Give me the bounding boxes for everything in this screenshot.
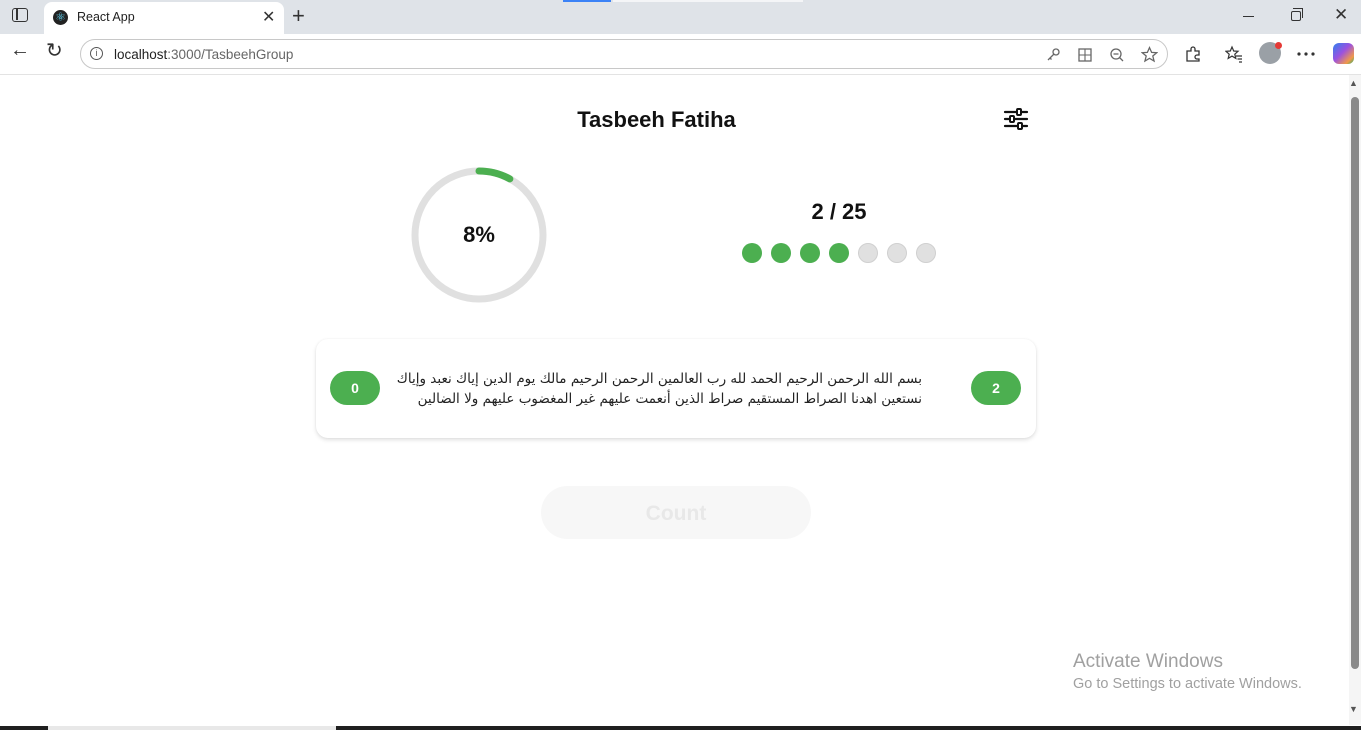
browser-tab-bar: ⚛ React App ✕ + ✕ — [0, 0, 1361, 34]
verse-line-1: بسم الله الرحمن الرحيم الحمد لله رب العا… — [396, 371, 922, 387]
browser-tab-active[interactable]: ⚛ React App ✕ — [44, 2, 284, 34]
notification-dot — [1275, 42, 1282, 49]
verse-text: بسم الله الرحمن الرحيم الحمد لله رب العا… — [388, 369, 922, 409]
url-text[interactable]: localhost:3000/TasbeehGroup — [114, 47, 293, 62]
member-card: 0 بسم الله الرحمن الرحيم الحمد لله رب ال… — [316, 339, 1036, 438]
progress-dot-filled — [800, 243, 820, 263]
count-progress-text: 2 / 25 — [811, 199, 867, 224]
member-target-badge[interactable]: 2 — [971, 371, 1021, 405]
scroll-up-arrow-icon[interactable]: ▲ — [1349, 78, 1358, 88]
browser-toolbar: ← ↻ i localhost:3000/TasbeehGroup — [0, 34, 1361, 75]
progress-dot-filled — [771, 243, 791, 263]
minimize-icon[interactable] — [1243, 16, 1254, 17]
sidebar-toggle-icon[interactable] — [12, 8, 28, 22]
back-icon[interactable]: ← — [10, 39, 30, 62]
taskbar-edge-highlight — [48, 726, 336, 730]
close-window-icon[interactable]: ✕ — [1334, 5, 1348, 25]
activate-windows-subtitle: Go to Settings to activate Windows. — [1073, 676, 1302, 692]
close-tab-icon[interactable]: ✕ — [262, 7, 275, 27]
progress-percent: 8% — [463, 222, 495, 247]
page-title: Tasbeeh Fatiha — [577, 107, 736, 132]
tab-title: React App — [77, 10, 135, 24]
activate-windows-title: Activate Windows — [1073, 651, 1223, 672]
settings-sliders-icon[interactable] — [1003, 107, 1029, 131]
count-button[interactable]: Count — [541, 486, 811, 539]
tab-strip-indicator-secondary — [613, 0, 803, 2]
key-icon[interactable] — [1045, 47, 1061, 63]
progress-dot-filled — [829, 243, 849, 263]
progress-dot-filled — [742, 243, 762, 263]
progress-dot-empty — [916, 243, 936, 263]
member-count-badge[interactable]: 0 — [330, 371, 380, 405]
address-bar[interactable]: i localhost:3000/TasbeehGroup — [80, 39, 1168, 69]
progress-dot-empty — [858, 243, 878, 263]
tab-strip-indicator — [563, 0, 611, 2]
copilot-icon[interactable] — [1333, 43, 1354, 64]
read-aloud-icon[interactable] — [1077, 47, 1093, 63]
reload-icon[interactable]: ↻ — [46, 38, 63, 63]
scrollbar-thumb[interactable] — [1351, 97, 1359, 669]
site-info-icon[interactable]: i — [90, 47, 103, 60]
progress-dot-empty — [887, 243, 907, 263]
react-icon: ⚛ — [53, 10, 68, 25]
scroll-down-arrow-icon[interactable]: ▼ — [1349, 704, 1358, 714]
more-options-icon[interactable] — [1297, 52, 1315, 56]
verse-line-2: نستعين اهدنا الصراط المستقيم صراط الذين … — [417, 391, 922, 407]
new-tab-icon[interactable]: + — [292, 3, 305, 29]
progress-dots — [742, 243, 936, 263]
favorites-icon[interactable] — [1225, 45, 1243, 63]
favorite-star-icon[interactable] — [1141, 46, 1158, 63]
zoom-out-icon[interactable] — [1109, 47, 1125, 63]
extensions-icon[interactable] — [1184, 45, 1202, 63]
restore-icon[interactable] — [1291, 8, 1303, 21]
